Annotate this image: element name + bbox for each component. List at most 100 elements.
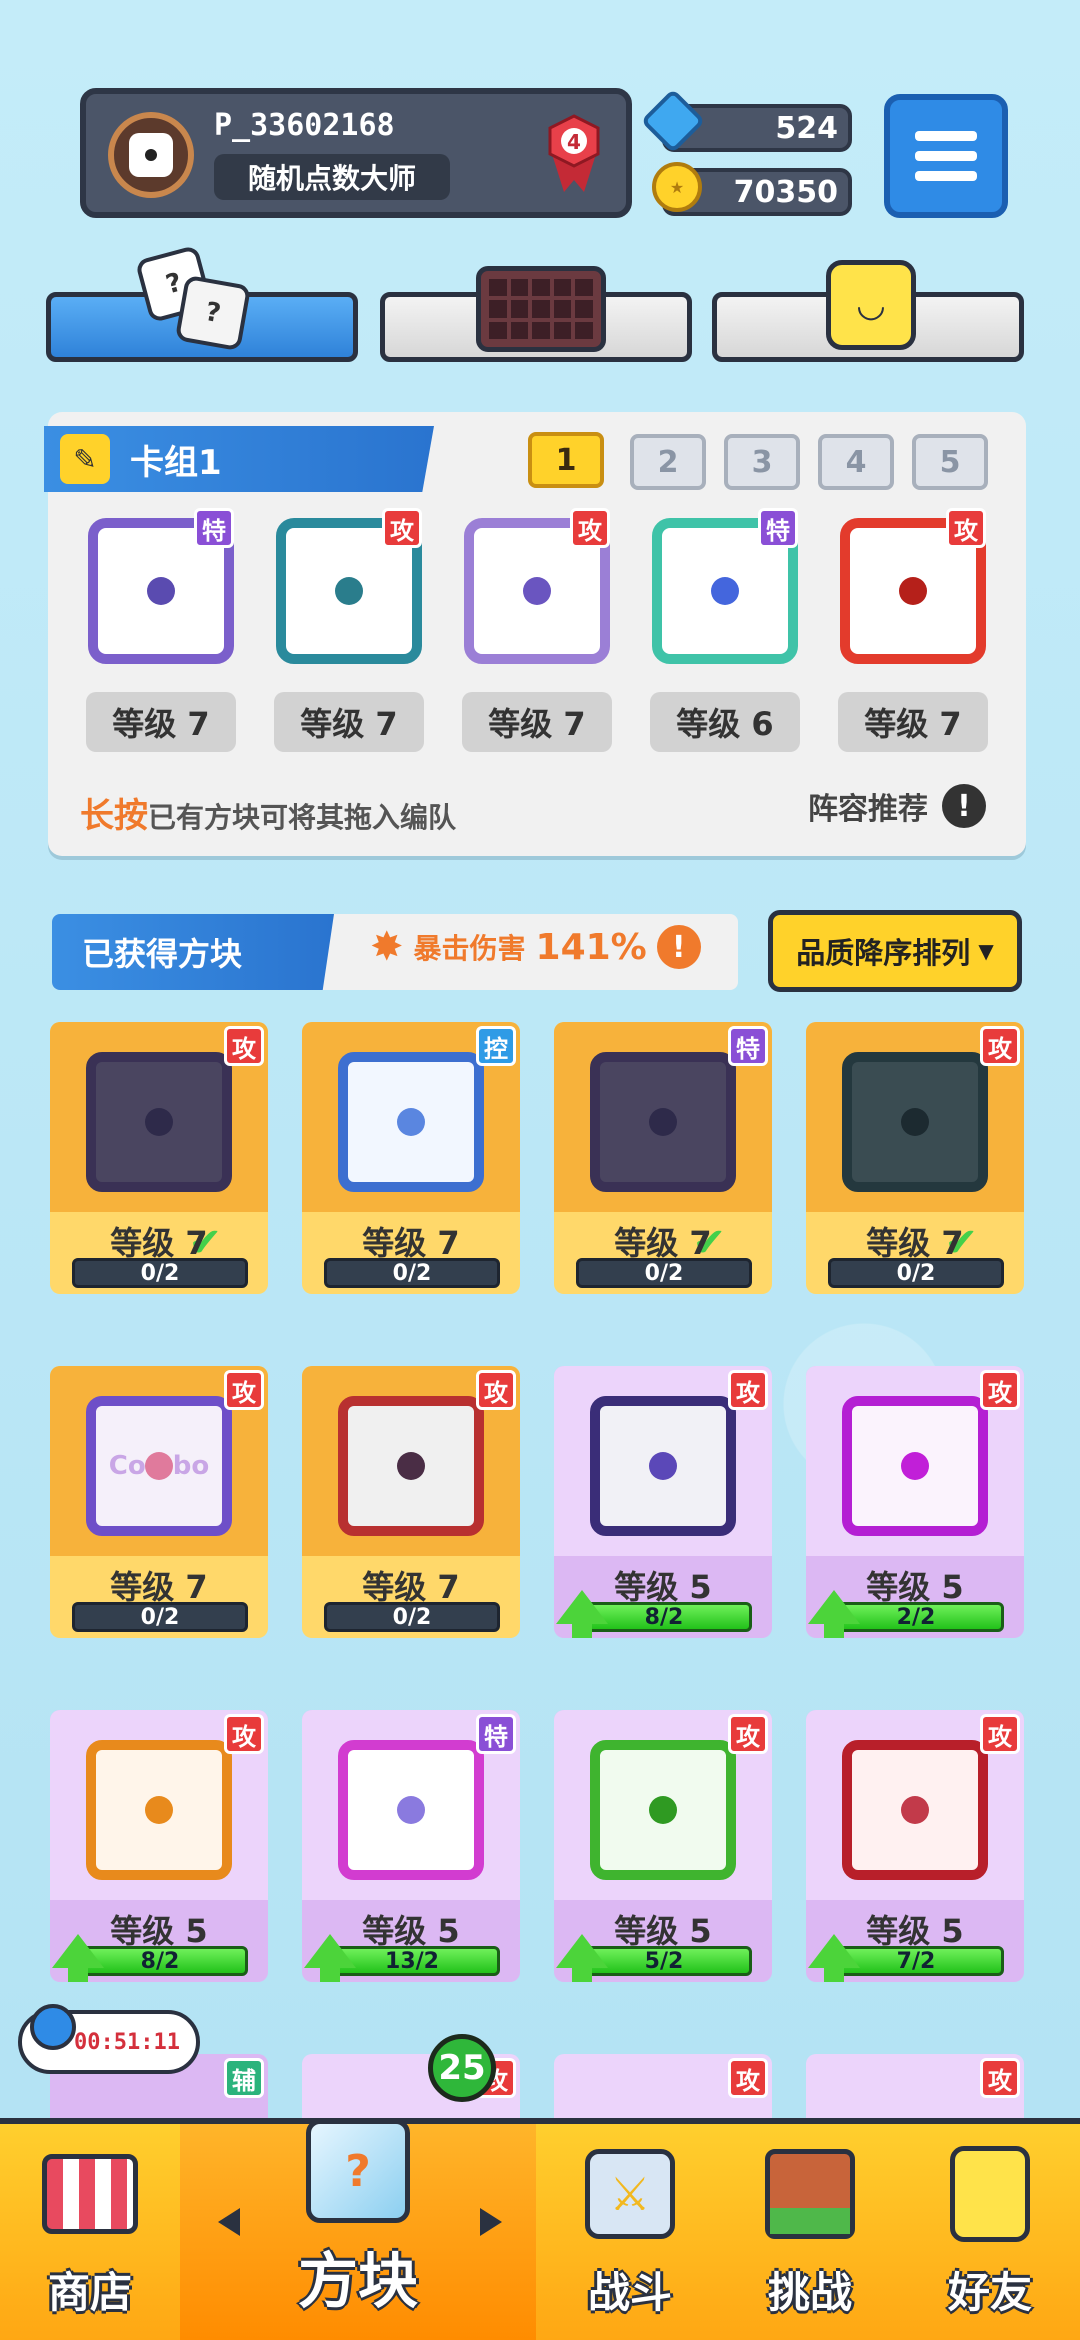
block-tile	[338, 1740, 484, 1880]
pip-icon	[335, 577, 363, 605]
player-title: 随机点数大师	[214, 154, 450, 200]
block-type-tag: 攻	[476, 1370, 516, 1410]
block-tile	[590, 1052, 736, 1192]
timer-bubble[interactable]: 00:51:11	[18, 2004, 200, 2074]
block-type-tag: 攻	[980, 1714, 1020, 1754]
lineup-recommend-button[interactable]: 阵容推荐!	[808, 784, 986, 828]
smiley-tab-icon: ◡	[826, 260, 916, 350]
nav-prev-arrow-icon[interactable]	[218, 2208, 240, 2236]
obtained-title: 已获得方块	[52, 914, 334, 990]
nav-next-arrow-icon[interactable]	[480, 2208, 502, 2236]
rank-number: 4	[567, 130, 581, 154]
block-progress: 0/2	[72, 1602, 248, 1632]
sort-dropdown[interactable]: 品质降序排列 ▼	[768, 910, 1022, 992]
block-type-tag: 攻	[224, 1026, 264, 1066]
pip-icon	[901, 1796, 929, 1824]
block-card[interactable]: 特 ✔ 等级 7 0/2	[554, 1022, 772, 1294]
hint-key: 长按	[80, 796, 148, 836]
block-card[interactable]: 攻 等级 5 7/2	[806, 1710, 1024, 1982]
block-type-tag: 控	[476, 1026, 516, 1066]
deck-slot-3[interactable]: 3	[724, 434, 800, 490]
block-card[interactable]: 攻 等级 5 8/2	[554, 1366, 772, 1638]
avatar[interactable]	[108, 112, 194, 198]
block-tile	[86, 1740, 232, 1880]
block-card[interactable]: 攻 ✔ 等级 7 0/2	[806, 1022, 1024, 1294]
nav-friends-label: 好友	[947, 2268, 1032, 2317]
upgrade-arrow-icon[interactable]	[808, 1590, 860, 1638]
deck-slot-2[interactable]: 2	[630, 434, 706, 490]
deck-card[interactable]: 特 等级 6	[644, 508, 804, 758]
block-card[interactable]: 攻 等级 7 0/2	[302, 1366, 520, 1638]
pip-icon	[901, 1452, 929, 1480]
deck-card[interactable]: 特 等级 7	[80, 508, 240, 758]
coin-icon: ★	[652, 162, 702, 212]
nav-shop[interactable]: 商店	[0, 2124, 180, 2340]
pip-icon	[145, 1108, 173, 1136]
card-type-tag: 特	[194, 508, 234, 548]
blocks-icon: ?	[303, 2119, 413, 2223]
drag-hint: 长按已有方块可将其拖入编队	[80, 788, 456, 837]
pip-icon	[147, 577, 175, 605]
pip-icon	[523, 577, 551, 605]
block-card[interactable]: 攻	[554, 2054, 772, 2124]
deck-header: ✎ 卡组1	[44, 426, 434, 492]
crit-value: 141%	[535, 926, 647, 968]
deck-slot-4[interactable]: 4	[818, 434, 894, 490]
dropdown-arrow-icon: ▼	[978, 939, 994, 963]
block-type-tag: 特	[728, 1026, 768, 1066]
block-card[interactable]: Combo 攻 等级 7 0/2	[50, 1366, 268, 1638]
deck-slot-5[interactable]: 5	[912, 434, 988, 490]
nav-friends[interactable]: 好友	[900, 2124, 1080, 2340]
pencil-icon[interactable]: ✎	[60, 434, 110, 484]
friends-icon	[935, 2139, 1045, 2249]
block-card[interactable]: 攻 ✔ 等级 7 0/2	[50, 1022, 268, 1294]
block-card[interactable]: 控 等级 7 0/2	[302, 1022, 520, 1294]
block-tile	[590, 1396, 736, 1536]
card-type-tag: 特	[758, 508, 798, 548]
block-tile	[86, 1052, 232, 1192]
menu-button[interactable]	[884, 94, 1008, 218]
deck-card-level: 等级 7	[462, 692, 612, 752]
battle-icon: ⚔	[575, 2139, 685, 2249]
upgrade-arrow-icon[interactable]	[556, 1590, 608, 1638]
upgrade-arrow-icon[interactable]	[304, 1934, 356, 1982]
block-type-tag: 攻	[728, 1714, 768, 1754]
nav-challenge[interactable]: 挑战	[720, 2124, 900, 2340]
block-tile: Combo	[86, 1396, 232, 1536]
block-card[interactable]: 特 等级 5 13/2	[302, 1710, 520, 1982]
upgrade-arrow-icon[interactable]	[808, 1934, 860, 1982]
pip-icon	[711, 577, 739, 605]
block-card[interactable]: 攻 等级 5 2/2	[806, 1366, 1024, 1638]
deck-panel: ✎ 卡组1 1 2 3 4 5 特 等级 7 攻 等级 7 攻 等级 7 特 等…	[44, 412, 1026, 856]
card-type-tag: 攻	[570, 508, 610, 548]
deck-card[interactable]: 攻 等级 7	[832, 508, 992, 758]
block-progress: 0/2	[324, 1258, 500, 1288]
deck-slot-1[interactable]: 1	[528, 432, 604, 488]
crit-damage-stat[interactable]: ✸ 暴击伤害 141% !	[370, 924, 701, 970]
pip-icon	[649, 1108, 677, 1136]
block-card[interactable]: 攻 等级 5 5/2	[554, 1710, 772, 1982]
clock-icon	[30, 2004, 76, 2050]
upgrade-arrow-icon[interactable]	[556, 1934, 608, 1982]
block-type-tag: 攻	[728, 1370, 768, 1410]
block-type-tag: 辅	[224, 2058, 264, 2098]
timer-text: 00:51:11	[74, 2029, 180, 2055]
coin-amount: 70350	[733, 174, 838, 210]
block-card[interactable]: 攻	[806, 2054, 1024, 2124]
deck-card[interactable]: 攻 等级 7	[268, 508, 428, 758]
new-count-badge: 25	[428, 2034, 496, 2102]
bottom-nav: 商店 ? 方块 ⚔ 战斗 挑战 好友	[0, 2118, 1080, 2340]
pip-icon	[649, 1452, 677, 1480]
card-type-tag: 攻	[946, 508, 986, 548]
pip-icon	[145, 1452, 173, 1480]
profile-panel[interactable]: P_33602168 随机点数大师 4	[80, 88, 632, 218]
block-progress: 0/2	[72, 1258, 248, 1288]
nav-challenge-label: 挑战	[767, 2268, 852, 2317]
block-card[interactable]: 攻 等级 5 8/2	[50, 1710, 268, 1982]
crit-info-icon: !	[656, 925, 701, 969]
pip-icon	[649, 1796, 677, 1824]
pip-icon	[397, 1796, 425, 1824]
deck-card[interactable]: 攻 等级 7	[456, 508, 616, 758]
upgrade-arrow-icon[interactable]	[52, 1934, 104, 1982]
nav-battle[interactable]: ⚔ 战斗	[540, 2124, 720, 2340]
